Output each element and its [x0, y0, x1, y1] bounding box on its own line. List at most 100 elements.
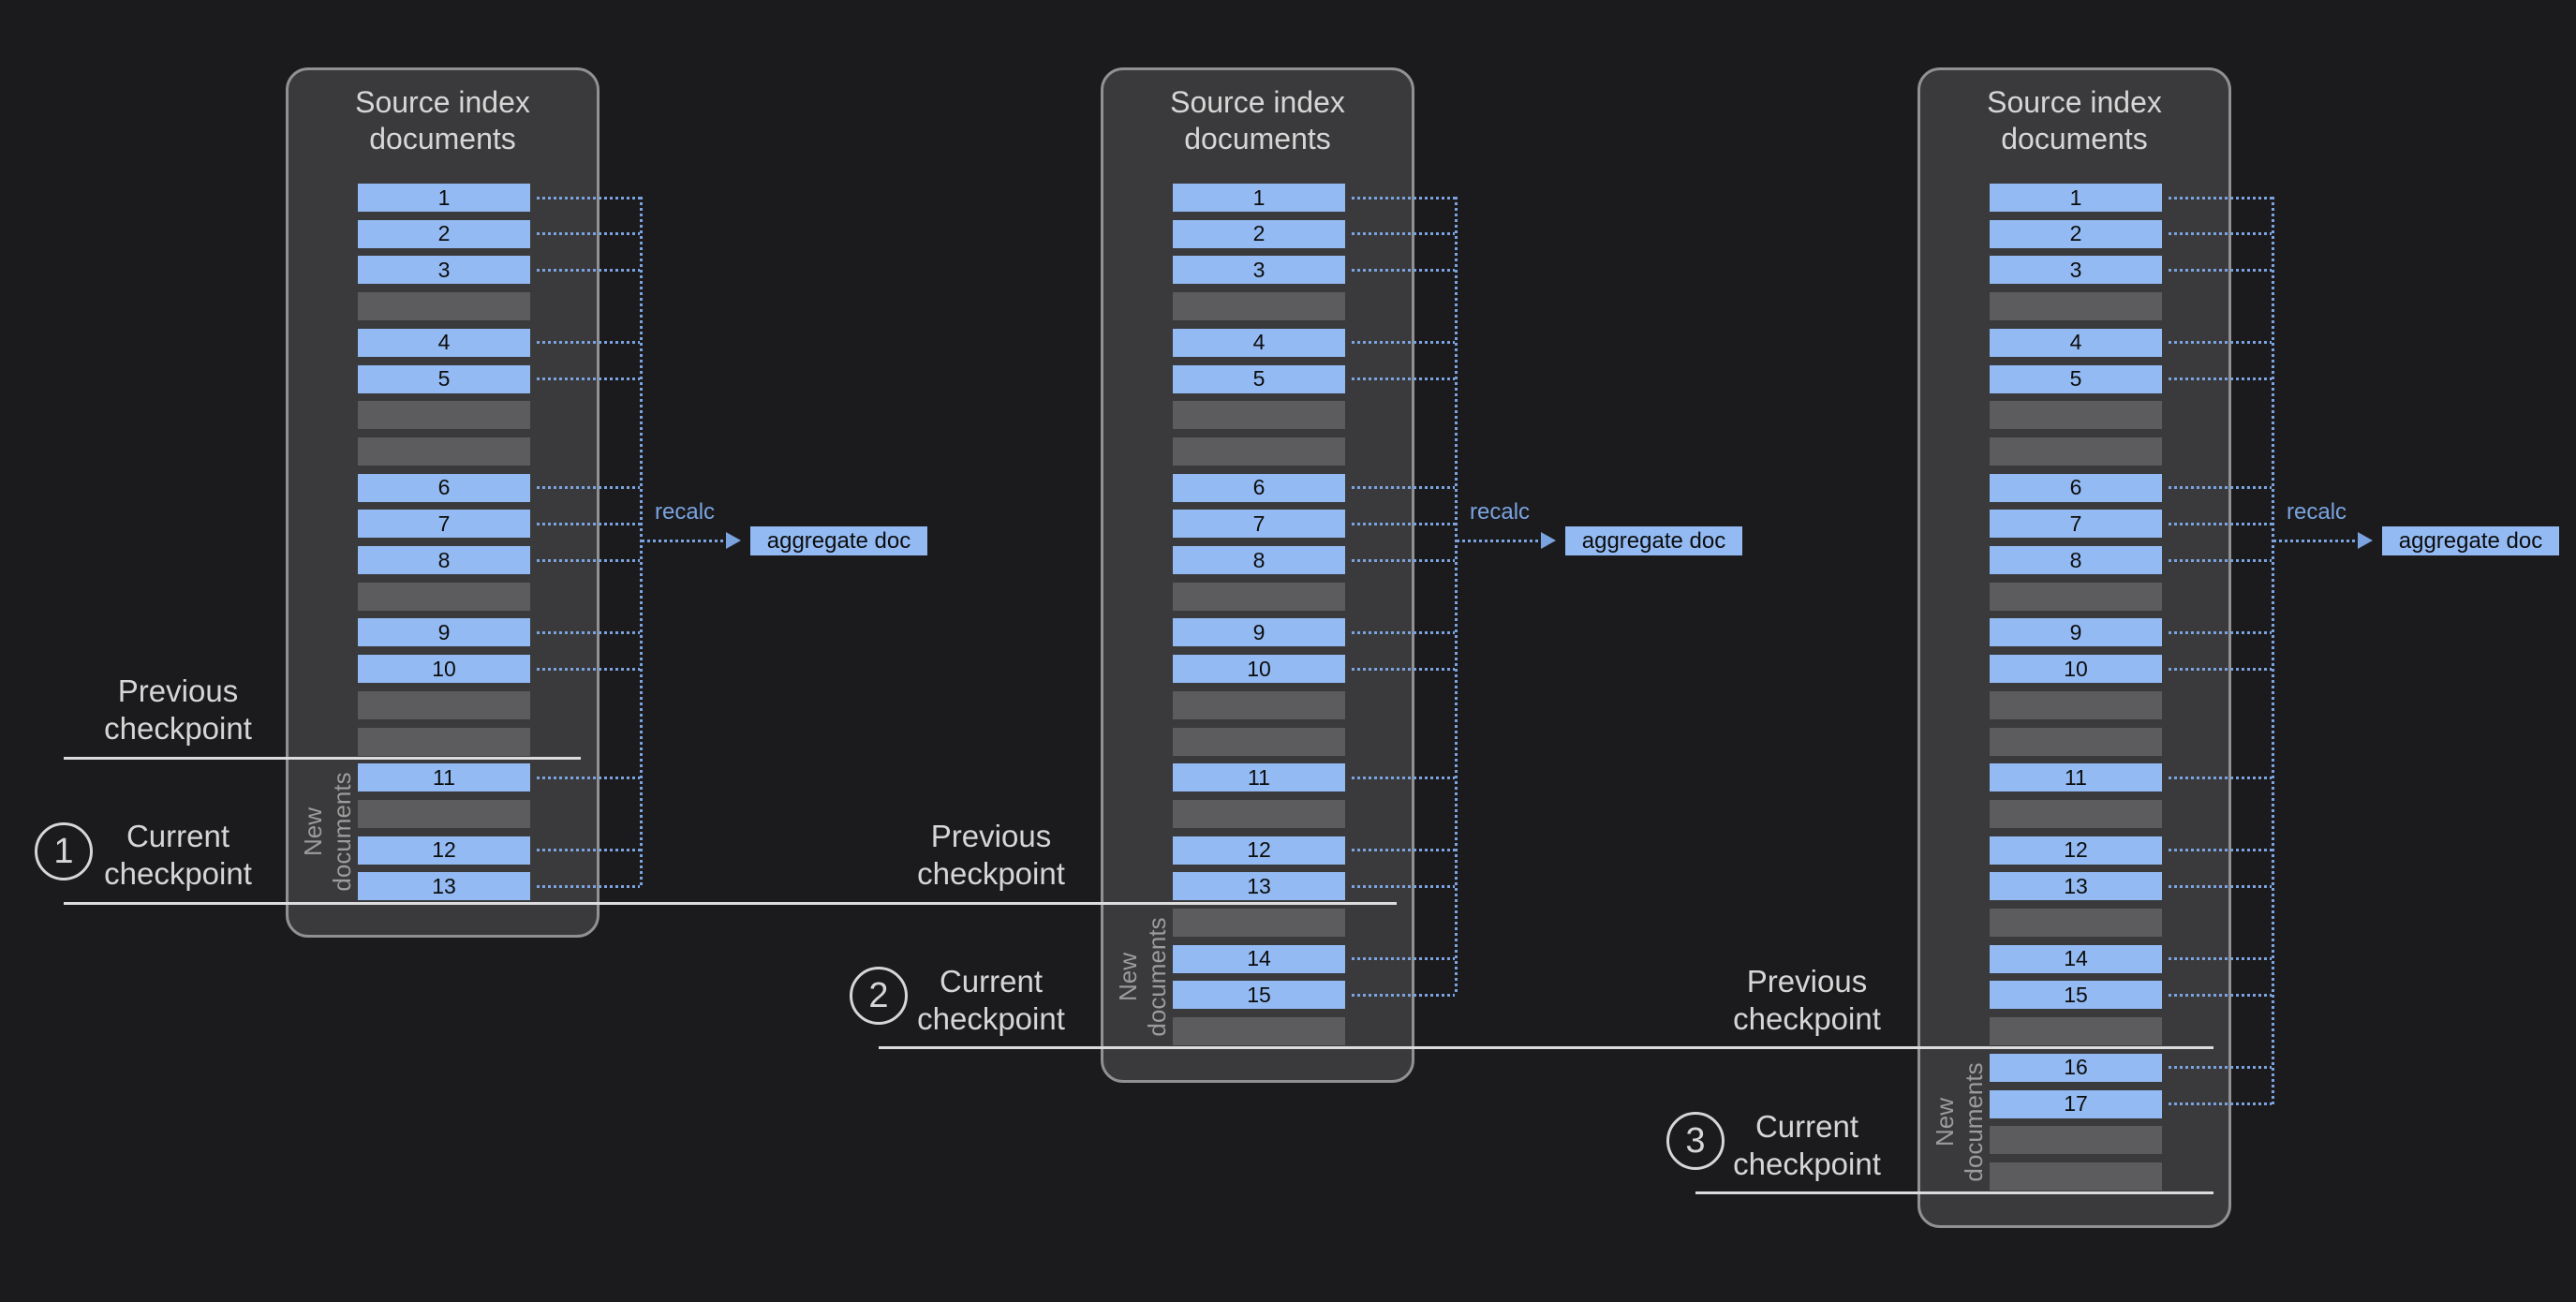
- document-row: 7: [358, 510, 530, 538]
- placeholder-row: [358, 691, 530, 719]
- current-checkpoint-label: Current checkpoint: [66, 818, 290, 893]
- document-row: 11: [358, 763, 530, 792]
- placeholder-row: [358, 583, 530, 611]
- document-row: 4: [1990, 329, 2162, 357]
- connector-line: [2169, 668, 2272, 671]
- connector-line: [2169, 523, 2272, 525]
- document-row: 7: [1990, 510, 2162, 538]
- document-row: 12: [1990, 836, 2162, 865]
- recalc-label: recalc: [1470, 499, 1530, 525]
- placeholder-row: [1990, 437, 2162, 466]
- document-row: 9: [1173, 618, 1345, 646]
- connector-line: [537, 197, 640, 200]
- document-row: 5: [1173, 365, 1345, 393]
- placeholder-row: [1173, 728, 1345, 756]
- connector-line: [2169, 849, 2272, 851]
- aggregate-doc-box: aggregate doc: [750, 526, 927, 555]
- connector-line: [1352, 486, 1455, 489]
- new-documents-label: New documents: [1114, 902, 1172, 1052]
- previous-checkpoint-line-1: [64, 757, 581, 760]
- connector-line: [2169, 486, 2272, 489]
- placeholder-row: [358, 800, 530, 828]
- document-row: 5: [1990, 365, 2162, 393]
- connector-line: [1352, 232, 1455, 235]
- document-row: 14: [1173, 945, 1345, 973]
- document-row: 13: [358, 872, 530, 900]
- current-checkpoint-line-2: [879, 1046, 2213, 1049]
- bracket-line: [1455, 197, 1458, 995]
- placeholder-row: [1990, 728, 2162, 756]
- panel-title: Source index documents: [1136, 84, 1380, 157]
- connector-line: [2169, 197, 2272, 200]
- recalc-arrow: [1457, 540, 1543, 542]
- connector-line: [2169, 957, 2272, 960]
- current-checkpoint-label: Current checkpoint: [879, 963, 1103, 1038]
- document-row: 16: [1990, 1054, 2162, 1082]
- placeholder-row: [1173, 583, 1345, 611]
- document-row: 1: [1990, 184, 2162, 212]
- connector-line: [1352, 668, 1455, 671]
- previous-checkpoint-label: Previous checkpoint: [1695, 963, 1919, 1038]
- connector-line: [537, 777, 640, 779]
- connector-line: [2169, 377, 2272, 380]
- connector-line: [537, 849, 640, 851]
- connector-line: [537, 885, 640, 888]
- document-row: 12: [1173, 836, 1345, 865]
- connector-line: [537, 486, 640, 489]
- connector-line: [2169, 341, 2272, 344]
- connector-line: [2169, 777, 2272, 779]
- aggregate-doc-box: aggregate doc: [1565, 526, 1742, 555]
- document-row: 6: [358, 474, 530, 502]
- connector-line: [2169, 631, 2272, 634]
- connector-line: [2169, 885, 2272, 888]
- connector-line: [1352, 341, 1455, 344]
- connector-line: [2169, 1102, 2272, 1105]
- document-row: 9: [358, 618, 530, 646]
- document-row: 1: [1173, 184, 1345, 212]
- connector-line: [2169, 559, 2272, 562]
- document-row: 7: [1173, 510, 1345, 538]
- document-row: 6: [1990, 474, 2162, 502]
- connector-line: [2169, 1066, 2272, 1069]
- recalc-label: recalc: [2287, 499, 2347, 525]
- connector-line: [2169, 232, 2272, 235]
- placeholder-row: [1990, 1017, 2162, 1045]
- document-row: 14: [1990, 945, 2162, 973]
- connector-line: [537, 341, 640, 344]
- recalc-arrow: [642, 540, 728, 542]
- document-row: 8: [358, 546, 530, 574]
- arrowhead-icon: [1541, 532, 1556, 549]
- document-row: 12: [358, 836, 530, 865]
- connector-line: [1352, 957, 1455, 960]
- document-row: 1: [358, 184, 530, 212]
- placeholder-row: [1990, 583, 2162, 611]
- aggregate-doc-box: aggregate doc: [2382, 526, 2559, 555]
- placeholder-row: [358, 292, 530, 320]
- document-row: 10: [358, 655, 530, 683]
- checkpoint-number-badge: 3: [1666, 1112, 1725, 1170]
- document-row: 13: [1990, 872, 2162, 900]
- document-row: 2: [358, 220, 530, 248]
- document-row: 10: [1990, 655, 2162, 683]
- document-row: 8: [1173, 546, 1345, 574]
- previous-checkpoint-label: Previous checkpoint: [66, 673, 290, 747]
- connector-line: [537, 232, 640, 235]
- document-row: 5: [358, 365, 530, 393]
- placeholder-row: [358, 728, 530, 756]
- placeholder-row: [1990, 292, 2162, 320]
- document-row: 2: [1173, 220, 1345, 248]
- checkpoint-number-badge: 2: [850, 967, 908, 1025]
- connector-line: [1352, 885, 1455, 888]
- document-row: 8: [1990, 546, 2162, 574]
- placeholder-row: [1173, 1017, 1345, 1045]
- placeholder-row: [1173, 437, 1345, 466]
- placeholder-row: [1990, 1162, 2162, 1191]
- current-checkpoint-line-1: [64, 902, 1397, 905]
- connector-line: [2169, 994, 2272, 997]
- transform-checkpoint-diagram: Source index documents12345678910111213r…: [0, 0, 2576, 1302]
- connector-line: [1352, 631, 1455, 634]
- connector-line: [537, 269, 640, 272]
- placeholder-row: [358, 401, 530, 429]
- document-row: 2: [1990, 220, 2162, 248]
- connector-line: [1352, 849, 1455, 851]
